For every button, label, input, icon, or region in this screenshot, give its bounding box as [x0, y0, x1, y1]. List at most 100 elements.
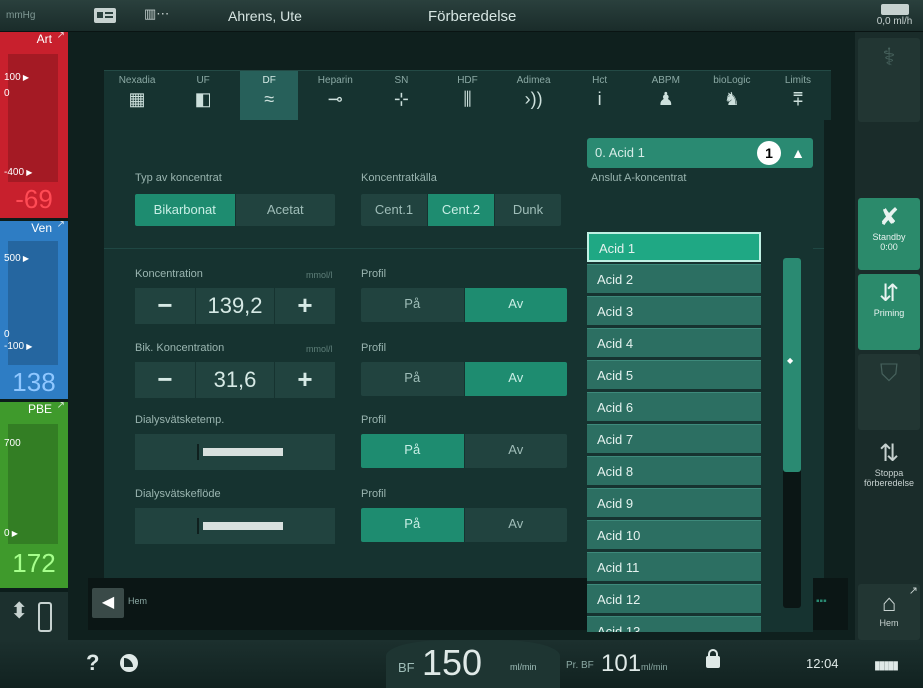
- dialysate-temp-slider[interactable]: [135, 434, 335, 470]
- preset-bf-value: 101: [601, 650, 642, 677]
- concentrate-type-selector[interactable]: Bikarbonat Acetat: [135, 194, 335, 226]
- arterial-label: Art: [0, 30, 68, 49]
- acid-list-item[interactable]: Acid 6: [587, 392, 761, 422]
- tab-hdf[interactable]: HDF ⫼: [438, 71, 496, 121]
- venous-pressure[interactable]: Ven 500 0 -100 138: [0, 219, 68, 399]
- acid-concentrate-dropdown[interactable]: 0. Acid 1 1 ▲: [587, 138, 813, 168]
- acid-list-item[interactable]: Acid 13: [587, 616, 761, 632]
- concentration-profile-off[interactable]: Av: [464, 288, 567, 322]
- level-chamber-icon: [38, 602, 52, 632]
- bic-minus-button[interactable]: −: [135, 362, 195, 398]
- hct-icon: i: [597, 89, 602, 109]
- priming-icon: ⇵: [878, 280, 900, 307]
- top-bar: mmHg ▥⋯ Ahrens, Ute Förberedelse 0,0 ml/…: [0, 0, 923, 32]
- concentrate-type-bikarbonat[interactable]: Bikarbonat: [135, 194, 236, 226]
- blood-flow-display[interactable]: BF 150 ml/min: [386, 640, 560, 688]
- bic-profile-on[interactable]: På: [361, 362, 465, 396]
- flow-profile-on[interactable]: På: [361, 508, 465, 542]
- acid-list-item[interactable]: Acid 5: [587, 360, 761, 390]
- pbe-label: PBE: [0, 400, 68, 419]
- pbe-pressure[interactable]: PBE 700 0 172: [0, 400, 68, 588]
- acid-list-item[interactable]: Acid 9: [587, 488, 761, 518]
- flow-profile-off[interactable]: Av: [464, 508, 567, 542]
- concentration-profile-toggle[interactable]: På Av: [361, 288, 567, 322]
- acid-list-item[interactable]: Acid 11: [587, 552, 761, 582]
- bic-profile-off[interactable]: Av: [464, 362, 567, 396]
- back-button[interactable]: ◀: [92, 588, 124, 618]
- tab-limits[interactable]: Limits ⩱: [769, 71, 827, 121]
- pressure-panel: Art 100 0 -400 -69 Ven 500 0 -100 138 PB…: [0, 30, 68, 592]
- concentration-stepper[interactable]: − 139,2 +: [135, 288, 335, 324]
- dialysate-flow-slider[interactable]: [135, 508, 335, 544]
- help-button[interactable]: ?: [86, 650, 99, 676]
- acid-list-item[interactable]: Acid 7: [587, 424, 761, 454]
- priming-button[interactable]: ⇵ Priming: [858, 274, 920, 350]
- priming-label: Priming: [873, 308, 905, 318]
- acid-list-item[interactable]: Acid 4: [587, 328, 761, 358]
- lock-icon[interactable]: [706, 649, 720, 668]
- tab-hct[interactable]: Hct i: [571, 71, 629, 121]
- patient-card-icon[interactable]: [94, 8, 116, 23]
- preset-bf-unit: ml/min: [641, 662, 668, 672]
- bf-label: BF: [398, 660, 415, 675]
- connect-patient-button[interactable]: ⚕: [858, 38, 920, 122]
- flow-profile-toggle[interactable]: På Av: [361, 508, 567, 542]
- tab-df[interactable]: DF ≈: [240, 71, 299, 121]
- tab-nexadia[interactable]: Nexadia ▦: [108, 71, 166, 121]
- tab-uf[interactable]: UF ◧: [174, 71, 232, 121]
- level-control[interactable]: ⬍: [0, 592, 68, 640]
- concentrate-source-selector[interactable]: Cent.1 Cent.2 Dunk: [361, 194, 561, 226]
- acid-list-item[interactable]: Acid 10: [587, 520, 761, 550]
- clock-time: 12:04: [806, 656, 839, 671]
- uf-rate-display[interactable]: 0,0 ml/h: [866, 0, 923, 32]
- df-icon: ≈: [264, 89, 275, 109]
- concentration-minus-button[interactable]: −: [135, 288, 195, 324]
- home-button[interactable]: ⌂ Hem: [858, 584, 920, 640]
- acid-list-item[interactable]: Acid 2: [587, 264, 761, 294]
- arterial-pressure[interactable]: Art 100 0 -400 -69: [0, 30, 68, 218]
- tab-sn[interactable]: SN ⊹: [372, 71, 430, 121]
- concentration-plus-button[interactable]: +: [275, 288, 335, 324]
- bic-plus-button[interactable]: +: [275, 362, 335, 398]
- preset-bf-label: Pr. BF: [566, 660, 594, 671]
- temp-profile-toggle[interactable]: På Av: [361, 434, 567, 468]
- bic-concentration-value[interactable]: 31,6: [195, 362, 275, 398]
- tab-label: Hct: [592, 75, 608, 86]
- network-icon[interactable]: ▥⋯: [144, 6, 172, 26]
- bic-profile-toggle[interactable]: På Av: [361, 362, 567, 396]
- standby-button[interactable]: ✘ Standby 0:00: [858, 198, 920, 270]
- pbe-scale-top: 700: [4, 438, 21, 449]
- up-down-arrow-icon[interactable]: ⬍: [10, 600, 28, 622]
- temp-profile-off[interactable]: Av: [464, 434, 567, 468]
- source-cent1[interactable]: Cent.1: [361, 194, 428, 226]
- source-dunk[interactable]: Dunk: [495, 194, 561, 226]
- concentration-value[interactable]: 139,2: [195, 288, 275, 324]
- uf-unit: ml/h: [893, 16, 913, 27]
- temp-profile-on[interactable]: På: [361, 434, 465, 468]
- tab-label: UF: [196, 75, 210, 86]
- uf-icon: ◧: [194, 89, 212, 109]
- acid-list-scroll-thumb[interactable]: ◆: [783, 258, 801, 472]
- status-bar: ? BF 150 ml/min Pr. BF 101 ml/min 12:04 …: [0, 640, 923, 688]
- tab-biologic[interactable]: bioLogic ♞: [703, 71, 761, 121]
- mini-map-icon[interactable]: ▪▪▪: [816, 596, 827, 607]
- timer-icon[interactable]: [120, 654, 138, 672]
- acid-list-item[interactable]: Acid 1: [587, 232, 761, 262]
- bic-concentration-stepper[interactable]: − 31,6 +: [135, 362, 335, 398]
- concentration-profile-on[interactable]: På: [361, 288, 465, 322]
- hdf-icon: ⫼: [463, 89, 472, 109]
- acid-list-item[interactable]: Acid 8: [587, 456, 761, 486]
- stop-preparation-button[interactable]: ⇅ Stoppa förberedelse: [858, 434, 920, 518]
- concentrate-type-acetat[interactable]: Acetat: [235, 194, 335, 226]
- acid-list-item[interactable]: Acid 3: [587, 296, 761, 326]
- disabled-function-button: ⛉: [858, 354, 920, 430]
- pbe-scale-low: 0: [0, 528, 68, 539]
- acid-list-item[interactable]: Acid 12: [587, 584, 761, 614]
- concentrate-type-label: Typ av koncentrat: [135, 172, 222, 184]
- tab-label: DF: [262, 75, 276, 86]
- tab-adimea[interactable]: Adimea ›)): [505, 71, 563, 121]
- tab-heparin[interactable]: Heparin ⊸: [306, 71, 364, 121]
- source-cent2[interactable]: Cent.2: [428, 194, 495, 226]
- tab-abpm[interactable]: ABPM ♟: [637, 71, 695, 121]
- dialysate-flow-label: Dialysvätskeflöde: [135, 488, 221, 500]
